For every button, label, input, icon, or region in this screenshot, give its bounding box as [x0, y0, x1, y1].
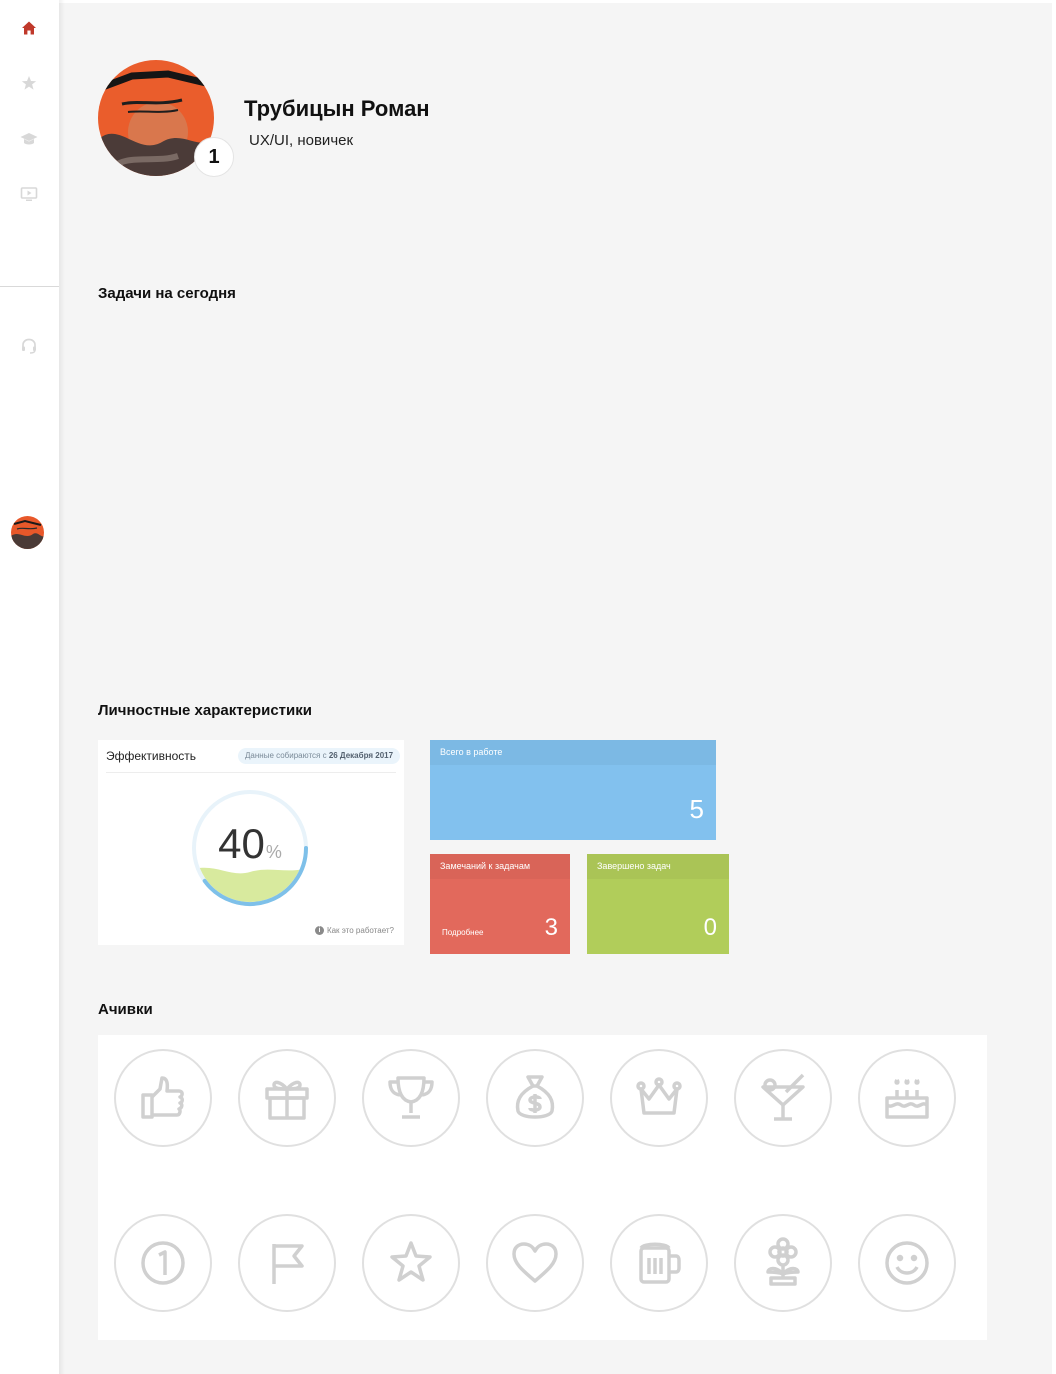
star-icon[interactable] [18, 72, 40, 94]
birthday-cake-icon[interactable] [858, 1049, 956, 1147]
how-it-works-label: Как это работает? [326, 926, 394, 935]
stat-value-remarks: 3 [544, 914, 558, 941]
stat-label-remarks: Замечаний к задачам [440, 861, 531, 871]
data-collection-date: 26 Декабря 2017 [328, 751, 394, 760]
crown-icon[interactable] [610, 1049, 708, 1147]
stat-tile-done[interactable]: Завершено задач 0 [587, 854, 729, 954]
level-badge: 1 [194, 137, 234, 177]
achievements-panel [98, 1035, 987, 1340]
trophy-icon[interactable] [362, 1049, 460, 1147]
stat-value-in-work: 5 [689, 794, 704, 824]
smiley-icon[interactable] [858, 1214, 956, 1312]
number-one-icon[interactable] [114, 1214, 212, 1312]
gift-icon[interactable] [238, 1049, 336, 1147]
video-icon[interactable] [18, 183, 40, 205]
section-title-personal: Личностные характеристики [98, 702, 312, 719]
how-it-works-link[interactable]: i Как это работает? [314, 926, 394, 935]
graduation-cap-icon[interactable] [18, 128, 40, 150]
section-title-achievements: Ачивки [98, 1001, 153, 1018]
flower-icon[interactable] [734, 1214, 832, 1312]
headset-icon[interactable] [18, 335, 40, 357]
heart-icon[interactable] [486, 1214, 584, 1312]
section-title-tasks: Задачи на сегодня [98, 285, 236, 302]
flag-icon[interactable] [238, 1214, 336, 1312]
efficiency-number: 40 [218, 820, 265, 867]
efficiency-card: Эффективность Данные собираются с 26 Дек… [98, 740, 404, 945]
info-icon: i [314, 926, 324, 935]
money-bag-icon[interactable] [486, 1049, 584, 1147]
home-icon[interactable] [18, 17, 40, 39]
star-icon[interactable] [362, 1214, 460, 1312]
stat-tile-remarks[interactable]: Замечаний к задачам Подробнее 3 [430, 854, 570, 954]
beer-mug-icon[interactable] [610, 1214, 708, 1312]
user-name: Трубицын Роман [244, 96, 430, 121]
sidebar-avatar[interactable] [11, 516, 44, 549]
stat-value-done: 0 [703, 914, 717, 941]
data-collection-badge: Данные собираются с 26 Декабря 2017 [238, 748, 401, 764]
user-role: UX/UI, новичек [249, 132, 354, 149]
efficiency-unit: % [265, 842, 282, 862]
stat-tile-in-work[interactable]: Всего в работе 5 [430, 740, 716, 840]
stat-label-in-work: Всего в работе [440, 747, 503, 757]
sidebar [0, 0, 59, 1374]
sidebar-divider [0, 286, 59, 287]
thumbs-up-icon[interactable] [114, 1049, 212, 1147]
remarks-more-link[interactable]: Подробнее [442, 928, 484, 937]
efficiency-value: 40% [190, 820, 310, 868]
card-divider [106, 772, 396, 773]
efficiency-title: Эффективность [106, 749, 197, 763]
cocktail-icon[interactable] [734, 1049, 832, 1147]
stat-label-done: Завершено задач [597, 861, 671, 871]
data-collection-prefix: Данные собираются с [245, 751, 327, 760]
main-shadow [59, 0, 65, 1374]
